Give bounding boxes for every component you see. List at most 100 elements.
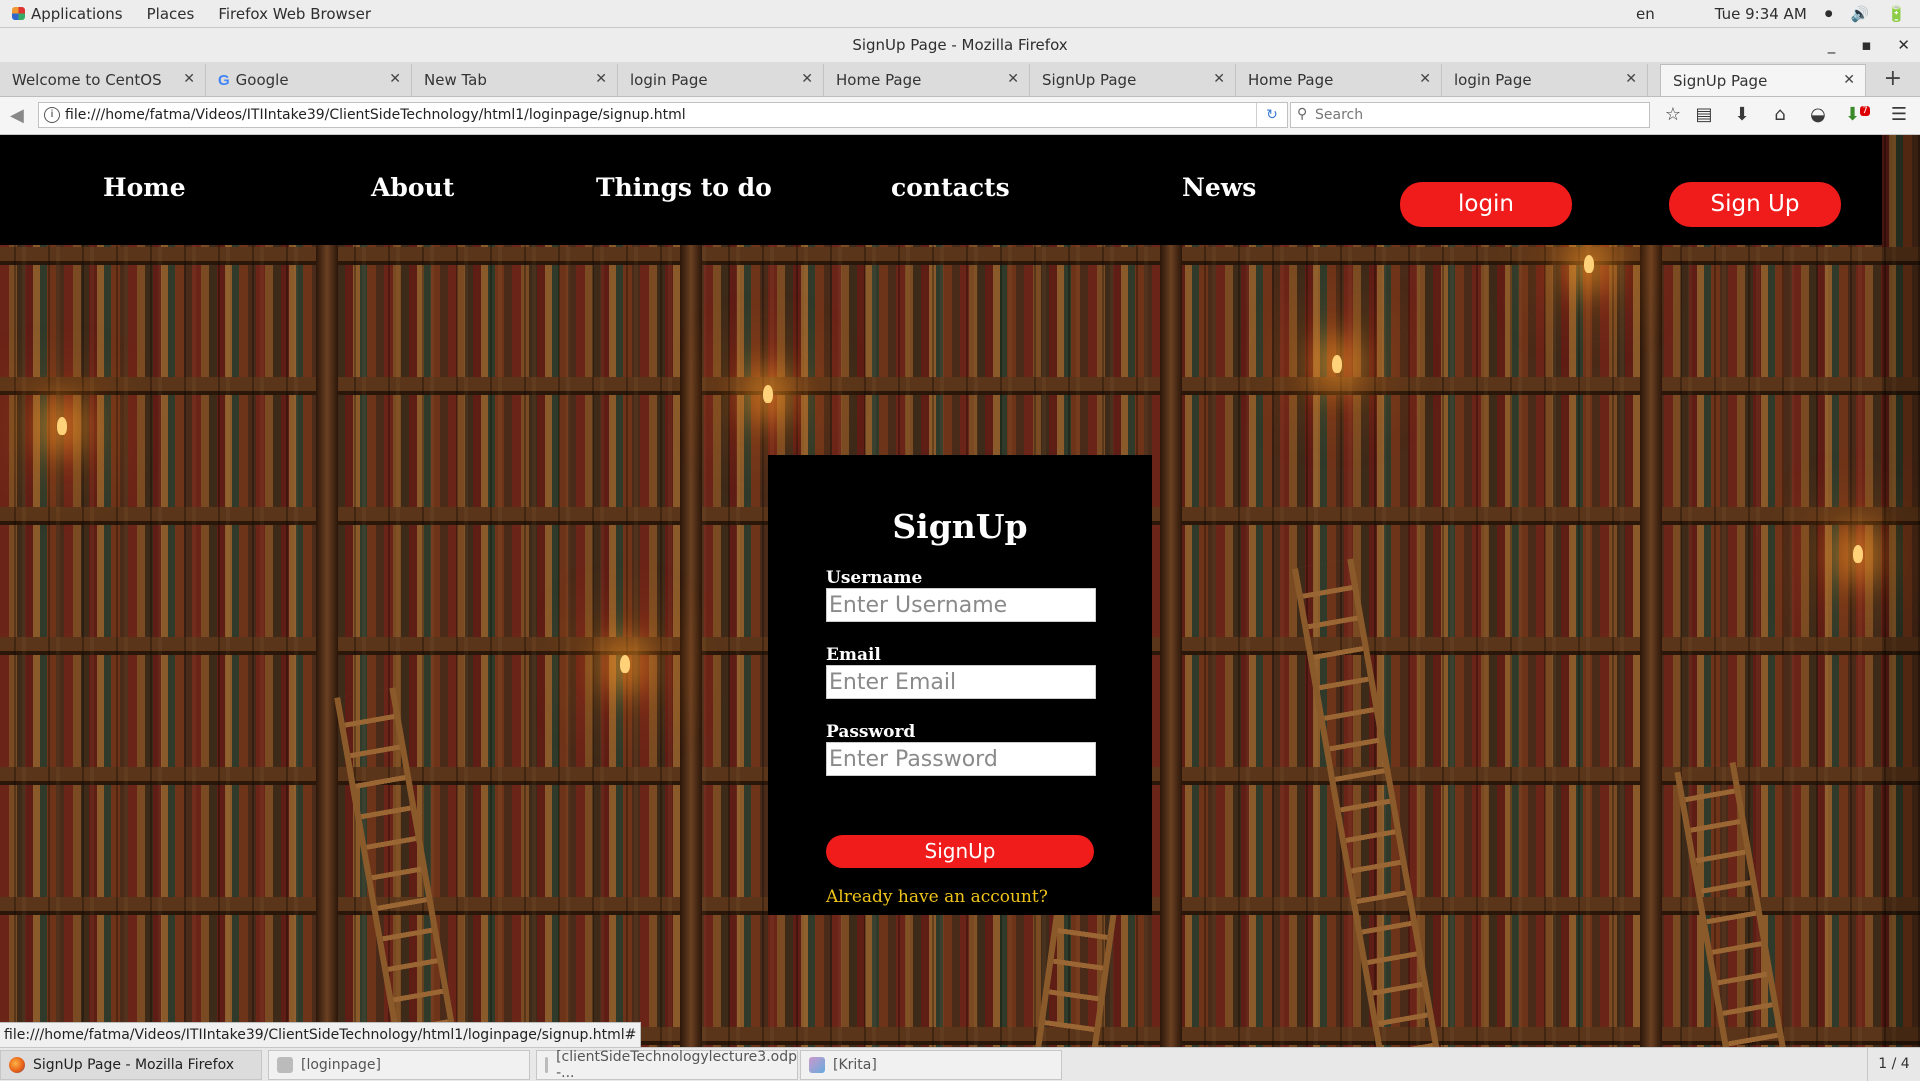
window-title: SignUp Page - Mozilla Firefox bbox=[852, 36, 1068, 54]
places-menu-label: Places bbox=[146, 4, 195, 23]
reading-list-icon[interactable]: ▤ bbox=[1693, 104, 1715, 125]
app-menu-icon bbox=[12, 7, 25, 20]
taskbar-item-firefox[interactable]: SignUp Page - Mozilla Firefox bbox=[0, 1050, 262, 1080]
shelf-frame bbox=[1160, 245, 1182, 1047]
language-indicator[interactable]: en bbox=[1636, 5, 1655, 23]
tab-close-icon[interactable]: ✕ bbox=[801, 71, 813, 87]
signup-title: SignUp bbox=[892, 507, 1028, 546]
nav-link-about[interactable]: About bbox=[371, 173, 454, 202]
status-bar-url: file:///home/fatma/Videos/ITIIntake39/Cl… bbox=[0, 1022, 642, 1048]
tab-close-icon[interactable]: ✕ bbox=[389, 71, 401, 87]
email-label: Email bbox=[826, 645, 881, 665]
volume-icon[interactable]: 🔊 bbox=[1851, 5, 1870, 23]
tab-label: Home Page bbox=[1248, 71, 1334, 89]
new-tab-icon[interactable]: + bbox=[1884, 66, 1902, 91]
clock-dot: ● bbox=[1824, 8, 1833, 19]
ladder bbox=[1292, 558, 1440, 1047]
signup-form-panel: SignUp Username Email Password SignUp Al… bbox=[768, 455, 1152, 915]
folder-icon bbox=[277, 1057, 293, 1073]
tab-label: SignUp Page bbox=[1042, 71, 1137, 89]
notification-badge: 7 bbox=[1860, 106, 1870, 116]
taskbar-item-loginpage[interactable]: [loginpage] bbox=[268, 1050, 530, 1080]
tab-signup-page[interactable]: SignUp Page ✕ bbox=[1030, 64, 1236, 96]
shelf-frame bbox=[1640, 245, 1662, 1047]
tab-welcome-centos[interactable]: Welcome to CentOS ✕ bbox=[0, 64, 206, 96]
password-label: Password bbox=[826, 722, 916, 742]
search-placeholder: Search bbox=[1315, 107, 1364, 123]
page-viewport: Home About Things to do contacts News lo… bbox=[0, 135, 1920, 1047]
candle-light bbox=[1584, 255, 1594, 273]
battery-icon[interactable]: 🔋 bbox=[1887, 5, 1906, 23]
minimize-icon[interactable]: _ bbox=[1828, 36, 1836, 54]
clock[interactable]: Tue 9:34 AM bbox=[1715, 5, 1807, 23]
signup-submit-button[interactable]: SignUp bbox=[826, 835, 1094, 868]
username-input[interactable] bbox=[826, 588, 1096, 622]
tab-login-page-2[interactable]: login Page ✕ bbox=[1442, 64, 1648, 96]
taskbar-item-impress[interactable]: [clientSideTechnologylecture3.odp -... bbox=[536, 1049, 798, 1081]
tab-close-icon[interactable]: ✕ bbox=[1625, 71, 1637, 87]
tab-home-page-2[interactable]: Home Page ✕ bbox=[1236, 64, 1442, 96]
shelf-frame bbox=[316, 245, 338, 1047]
download-icon[interactable]: ⬇ bbox=[1731, 104, 1753, 125]
taskbar-item-label: SignUp Page - Mozilla Firefox bbox=[33, 1057, 234, 1073]
tab-close-icon[interactable]: ✕ bbox=[1419, 71, 1431, 87]
already-have-account-link[interactable]: Already have an account? bbox=[826, 887, 1048, 907]
tab-login-page[interactable]: login Page ✕ bbox=[618, 64, 824, 96]
browser-nav-bar: ◀ i file:///home/fatma/Videos/ITIIntake3… bbox=[0, 97, 1920, 135]
tab-signup-page-active[interactable]: SignUp Page ✕ bbox=[1660, 64, 1866, 96]
nav-link-home[interactable]: Home bbox=[103, 173, 186, 202]
tab-close-icon[interactable]: ✕ bbox=[1843, 72, 1855, 88]
addon-icon[interactable]: ⬇ 7 bbox=[1845, 104, 1870, 125]
reload-icon[interactable]: ↻ bbox=[1256, 103, 1287, 127]
tab-label: Home Page bbox=[836, 71, 922, 89]
tab-label: Google bbox=[235, 71, 289, 89]
home-icon[interactable]: ⌂ bbox=[1769, 104, 1791, 125]
ladder bbox=[1674, 761, 1788, 1047]
tab-close-icon[interactable]: ✕ bbox=[1213, 71, 1225, 87]
username-label: Username bbox=[826, 568, 923, 588]
applications-menu[interactable]: Applications bbox=[0, 5, 135, 23]
search-input[interactable]: ⚲ Search bbox=[1290, 102, 1650, 128]
google-favicon-icon: G bbox=[218, 71, 230, 89]
tab-label: Welcome to CentOS bbox=[12, 71, 162, 89]
tab-close-icon[interactable]: ✕ bbox=[595, 71, 607, 87]
hamburger-menu-icon[interactable]: ☰ bbox=[1888, 104, 1910, 125]
info-icon[interactable]: i bbox=[44, 107, 60, 123]
ladder bbox=[334, 687, 458, 1047]
bookmark-star-icon[interactable]: ☆ bbox=[1662, 104, 1684, 125]
taskbar-item-label: [Krita] bbox=[833, 1057, 877, 1073]
tab-label: login Page bbox=[1454, 71, 1532, 89]
url-text: file:///home/fatma/Videos/ITIIntake39/Cl… bbox=[65, 107, 686, 123]
tab-close-icon[interactable]: ✕ bbox=[1007, 71, 1019, 87]
taskbar-item-krita[interactable]: [Krita] bbox=[800, 1050, 1062, 1080]
url-bar[interactable]: i file:///home/fatma/Videos/ITIIntake39/… bbox=[38, 102, 1288, 128]
tab-google[interactable]: G Google ✕ bbox=[206, 64, 412, 96]
places-menu[interactable]: Places bbox=[135, 5, 207, 23]
login-button[interactable]: login bbox=[1400, 182, 1572, 227]
tab-bar: Welcome to CentOS ✕ G Google ✕ New Tab ✕… bbox=[0, 62, 1920, 97]
tab-new-tab[interactable]: New Tab ✕ bbox=[412, 64, 618, 96]
pocket-icon[interactable]: ◒ bbox=[1807, 104, 1829, 125]
firefox-icon bbox=[9, 1057, 25, 1073]
tab-close-icon[interactable]: ✕ bbox=[183, 71, 195, 87]
candle-light bbox=[1332, 355, 1342, 373]
ladder bbox=[1034, 901, 1118, 1047]
nav-link-things-to-do[interactable]: Things to do bbox=[596, 173, 772, 202]
maximize-icon[interactable]: ▪ bbox=[1861, 36, 1871, 54]
email-input[interactable] bbox=[826, 665, 1096, 699]
search-icon: ⚲ bbox=[1297, 106, 1308, 122]
workspace-indicator[interactable]: 1 / 4 bbox=[1867, 1048, 1920, 1081]
applications-menu-label: Applications bbox=[31, 4, 123, 23]
nav-link-contacts[interactable]: contacts bbox=[891, 173, 1010, 202]
taskbar: SignUp Page - Mozilla Firefox [loginpage… bbox=[0, 1047, 1920, 1081]
close-icon[interactable]: ✕ bbox=[1897, 36, 1910, 54]
signup-nav-button[interactable]: Sign Up bbox=[1669, 182, 1841, 227]
taskbar-item-label: [clientSideTechnologylecture3.odp -... bbox=[556, 1049, 797, 1081]
password-input[interactable] bbox=[826, 742, 1096, 776]
tab-home-page[interactable]: Home Page ✕ bbox=[824, 64, 1030, 96]
nav-link-news[interactable]: News bbox=[1182, 173, 1256, 202]
back-icon[interactable]: ◀ bbox=[10, 105, 24, 126]
tab-label: SignUp Page bbox=[1673, 71, 1768, 90]
krita-icon bbox=[809, 1057, 825, 1073]
browser-app-menu[interactable]: Firefox Web Browser bbox=[206, 5, 383, 23]
